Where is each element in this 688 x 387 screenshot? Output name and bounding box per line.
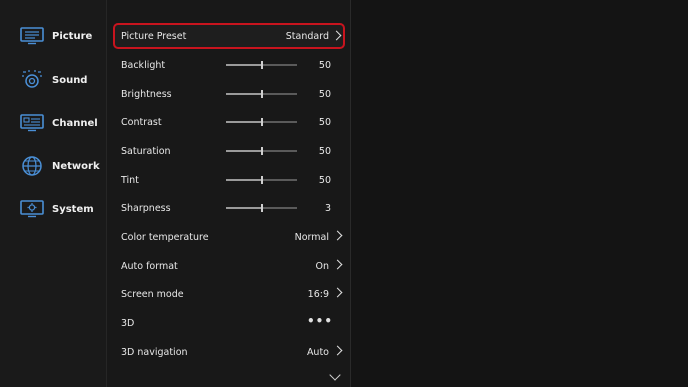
3d-navigation-row[interactable]: 3D navigation Auto xyxy=(113,339,345,365)
row-label: Contrast xyxy=(121,116,162,128)
sidebar-item-system[interactable]: System xyxy=(18,195,104,223)
row-label: Saturation xyxy=(121,145,171,157)
network-icon xyxy=(18,154,46,178)
contrast-slider[interactable] xyxy=(226,118,297,126)
more-icon: ••• xyxy=(306,314,333,328)
saturation-row[interactable]: Saturation 50 xyxy=(113,138,345,164)
row-value: On xyxy=(315,260,330,272)
picture-preset-row[interactable]: Picture Preset Standard xyxy=(113,23,345,49)
backlight-slider[interactable] xyxy=(226,61,297,69)
empty-area xyxy=(351,0,688,387)
chevron-right-icon xyxy=(332,287,343,298)
color-temperature-row[interactable]: Color temperature Normal xyxy=(113,224,345,250)
row-label: Sharpness xyxy=(121,202,171,214)
saturation-slider[interactable] xyxy=(226,147,297,155)
row-label: Color temperature xyxy=(121,231,209,243)
settings-panel: Picture Preset Standard Backlight 50 Bri… xyxy=(107,0,351,387)
sidebar-item-label: Sound xyxy=(52,74,88,86)
system-icon xyxy=(18,197,46,221)
contrast-row[interactable]: Contrast 50 xyxy=(113,109,345,135)
chevron-right-icon xyxy=(332,230,343,241)
sidebar-item-network[interactable]: Network xyxy=(18,152,104,180)
row-value: 50 xyxy=(318,145,331,157)
sidebar-item-sound[interactable]: Sound xyxy=(18,66,104,94)
row-value: 50 xyxy=(318,116,331,128)
backlight-row[interactable]: Backlight 50 xyxy=(113,52,345,78)
row-value: Standard xyxy=(285,30,329,42)
brightness-row[interactable]: Brightness 50 xyxy=(113,81,345,107)
row-value: 16:9 xyxy=(307,288,329,300)
sidebar: Picture Sound Channel Network System xyxy=(0,0,107,387)
tint-slider[interactable] xyxy=(226,176,297,184)
sidebar-item-channel[interactable]: Channel xyxy=(18,109,104,137)
row-value: 3 xyxy=(324,202,331,214)
chevron-right-icon xyxy=(332,345,343,356)
row-value: Normal xyxy=(294,231,329,243)
row-value: 50 xyxy=(318,174,331,186)
row-label: Screen mode xyxy=(121,288,184,300)
sharpness-row[interactable]: Sharpness 3 xyxy=(113,195,345,221)
sidebar-item-label: System xyxy=(52,203,94,215)
row-label: Picture Preset xyxy=(121,30,187,42)
channel-icon xyxy=(18,111,46,135)
row-label: Brightness xyxy=(121,88,172,100)
sidebar-item-picture[interactable]: Picture xyxy=(18,22,104,50)
brightness-slider[interactable] xyxy=(226,90,297,98)
3d-row[interactable]: 3D ••• xyxy=(113,310,345,336)
auto-format-row[interactable]: Auto format On xyxy=(113,253,345,279)
row-value: Auto xyxy=(306,346,329,358)
screen-mode-row[interactable]: Screen mode 16:9 xyxy=(113,281,345,307)
tint-row[interactable]: Tint 50 xyxy=(113,167,345,193)
row-value: 50 xyxy=(318,88,331,100)
sound-icon xyxy=(18,68,46,92)
row-label: Backlight xyxy=(121,59,166,71)
chevron-right-icon xyxy=(331,30,342,41)
row-label: 3D xyxy=(121,317,135,329)
sidebar-item-label: Channel xyxy=(52,117,98,129)
picture-icon xyxy=(18,24,46,48)
row-label: Auto format xyxy=(121,260,178,272)
row-value: 50 xyxy=(318,59,331,71)
row-label: Tint xyxy=(121,174,139,186)
row-label: 3D navigation xyxy=(121,346,188,358)
chevron-right-icon xyxy=(332,259,343,270)
sidebar-item-label: Network xyxy=(52,160,100,172)
sidebar-item-label: Picture xyxy=(52,30,93,42)
sharpness-slider[interactable] xyxy=(226,204,297,212)
